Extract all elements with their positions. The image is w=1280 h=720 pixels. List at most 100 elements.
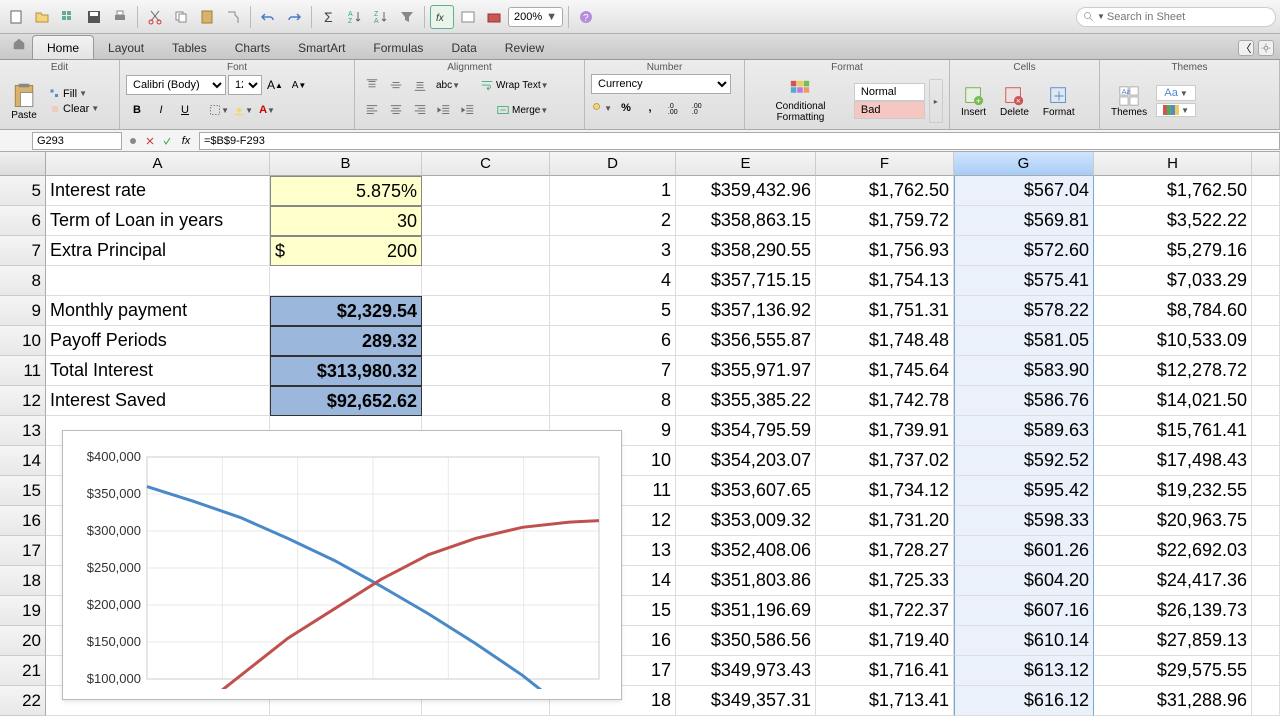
cell[interactable]: $355,971.97 xyxy=(676,356,816,386)
cell[interactable]: 1 xyxy=(550,176,676,206)
style-normal[interactable]: Normal xyxy=(854,83,925,101)
cancel-formula-icon[interactable] xyxy=(143,130,157,152)
cell[interactable]: $592.52 xyxy=(954,446,1094,476)
decrease-indent-icon[interactable] xyxy=(433,99,455,121)
fx-formula-icon[interactable]: fx xyxy=(177,130,195,152)
cell[interactable]: $92,652.62 xyxy=(270,386,422,416)
cell[interactable]: 3 xyxy=(550,236,676,266)
cell[interactable]: $350,586.56 xyxy=(676,626,816,656)
underline-button[interactable]: U xyxy=(174,99,196,121)
cell[interactable]: $1,754.13 xyxy=(816,266,954,296)
cell[interactable]: $7,033.29 xyxy=(1094,266,1252,296)
cell[interactable] xyxy=(1252,476,1280,506)
cell[interactable]: $589.63 xyxy=(954,416,1094,446)
row-header[interactable]: 19 xyxy=(0,596,46,626)
grow-font-icon[interactable]: A▲ xyxy=(264,74,286,96)
row-header[interactable]: 13 xyxy=(0,416,46,446)
cell[interactable]: $351,196.69 xyxy=(676,596,816,626)
filter-icon[interactable] xyxy=(395,5,419,29)
cell[interactable] xyxy=(1252,266,1280,296)
cell[interactable]: Monthly payment xyxy=(46,296,270,326)
cell[interactable]: 5.875% xyxy=(270,176,422,206)
cut-icon[interactable] xyxy=(143,5,167,29)
cell[interactable] xyxy=(1252,356,1280,386)
print-icon[interactable] xyxy=(108,5,132,29)
cell[interactable] xyxy=(1252,506,1280,536)
cell[interactable]: $349,973.43 xyxy=(676,656,816,686)
conditional-formatting-button[interactable]: Conditional Formatting xyxy=(751,77,850,125)
cell[interactable]: $1,751.31 xyxy=(816,296,954,326)
clear-button[interactable]: Clear▼ xyxy=(46,102,102,116)
cell[interactable]: 8 xyxy=(550,386,676,416)
cell[interactable] xyxy=(1252,206,1280,236)
align-center-icon[interactable] xyxy=(385,99,407,121)
cell[interactable]: $29,575.55 xyxy=(1094,656,1252,686)
cell[interactable]: $578.22 xyxy=(954,296,1094,326)
cell[interactable]: 4 xyxy=(550,266,676,296)
cell[interactable]: $353,607.65 xyxy=(676,476,816,506)
col-header-G[interactable]: G xyxy=(954,152,1094,176)
cell[interactable]: $1,716.41 xyxy=(816,656,954,686)
cell[interactable]: 30 xyxy=(270,206,422,236)
cell[interactable] xyxy=(422,236,550,266)
cell[interactable]: $20,963.75 xyxy=(1094,506,1252,536)
align-middle-icon[interactable] xyxy=(385,74,407,96)
percent-button[interactable]: % xyxy=(615,97,637,119)
cell[interactable]: $598.33 xyxy=(954,506,1094,536)
font-name-select[interactable]: Calibri (Body) xyxy=(126,75,226,95)
tab-review[interactable]: Review xyxy=(491,36,558,59)
cell[interactable]: $200 xyxy=(270,236,422,266)
cell[interactable]: $358,863.15 xyxy=(676,206,816,236)
cell[interactable] xyxy=(1252,626,1280,656)
cell[interactable]: $356,555.87 xyxy=(676,326,816,356)
cell[interactable]: $1,739.91 xyxy=(816,416,954,446)
cell[interactable]: $1,722.37 xyxy=(816,596,954,626)
help-icon[interactable]: ? xyxy=(574,5,598,29)
cell[interactable]: $610.14 xyxy=(954,626,1094,656)
cell[interactable]: $1,728.27 xyxy=(816,536,954,566)
cell[interactable]: $1,762.50 xyxy=(1094,176,1252,206)
cell[interactable] xyxy=(1252,566,1280,596)
cell[interactable]: $601.26 xyxy=(954,536,1094,566)
cell[interactable]: $357,715.15 xyxy=(676,266,816,296)
search-input[interactable] xyxy=(1107,11,1269,23)
cell[interactable]: $581.05 xyxy=(954,326,1094,356)
row-header[interactable]: 21 xyxy=(0,656,46,686)
cell[interactable] xyxy=(1252,686,1280,716)
row-header[interactable]: 8 xyxy=(0,266,46,296)
cell[interactable]: $1,742.78 xyxy=(816,386,954,416)
fill-color-button[interactable]: ▼ xyxy=(232,99,254,121)
cell[interactable]: $22,692.03 xyxy=(1094,536,1252,566)
autosum-icon[interactable]: Σ xyxy=(317,5,341,29)
cell[interactable]: 7 xyxy=(550,356,676,386)
cell[interactable] xyxy=(1252,596,1280,626)
cell[interactable]: 5 xyxy=(550,296,676,326)
cell[interactable]: $1,759.72 xyxy=(816,206,954,236)
embedded-chart[interactable]: $400,000$350,000$300,000$250,000$200,000… xyxy=(62,430,622,700)
cell[interactable]: $1,734.12 xyxy=(816,476,954,506)
col-header-D[interactable]: D xyxy=(550,152,676,176)
style-bad[interactable]: Bad xyxy=(854,101,925,119)
cell[interactable]: $1,713.41 xyxy=(816,686,954,716)
col-header-A[interactable]: A xyxy=(46,152,270,176)
cell[interactable]: $583.90 xyxy=(954,356,1094,386)
increase-indent-icon[interactable] xyxy=(457,99,479,121)
cell[interactable]: $15,761.41 xyxy=(1094,416,1252,446)
cell[interactable] xyxy=(1252,236,1280,266)
cell[interactable] xyxy=(422,296,550,326)
cell[interactable] xyxy=(1252,536,1280,566)
delete-button[interactable]: ×Delete xyxy=(995,83,1034,120)
currency-button[interactable]: ▼ xyxy=(591,97,613,119)
cell[interactable]: $1,731.20 xyxy=(816,506,954,536)
tab-charts[interactable]: Charts xyxy=(221,36,284,59)
paste-button[interactable]: Paste xyxy=(6,80,42,123)
font-color-button[interactable]: A▼ xyxy=(256,99,278,121)
cell[interactable]: $1,748.48 xyxy=(816,326,954,356)
home-icon[interactable] xyxy=(12,37,26,51)
search-box[interactable]: ▼ xyxy=(1076,7,1276,27)
tab-smartart[interactable]: SmartArt xyxy=(284,36,359,59)
sort-desc-icon[interactable]: ZA xyxy=(369,5,393,29)
cell[interactable]: $12,278.72 xyxy=(1094,356,1252,386)
cell[interactable]: 2 xyxy=(550,206,676,236)
col-header-E[interactable]: E xyxy=(676,152,816,176)
